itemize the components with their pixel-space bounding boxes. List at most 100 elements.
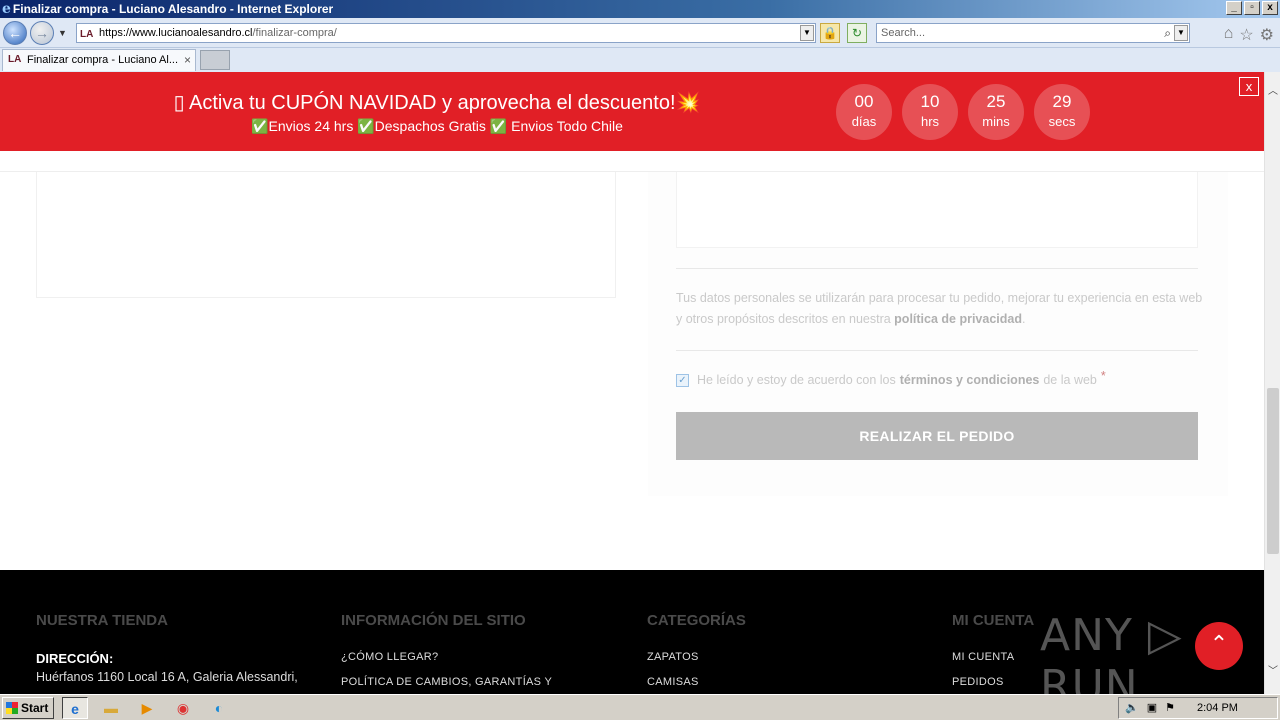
flag-notification-icon[interactable]: ⚑	[1165, 698, 1175, 718]
promo-close-button[interactable]: x	[1239, 77, 1259, 96]
countdown-minutes-value: 25	[986, 92, 1006, 111]
search-placeholder: Search...	[881, 27, 926, 39]
footer-column-site-info: INFORMACIÓN DEL SITIO ¿CÓMO LLEGAR? POLÍ…	[341, 612, 552, 694]
site-favicon: LA	[80, 29, 94, 40]
divider	[676, 350, 1198, 351]
privacy-policy-link[interactable]: política de privacidad	[894, 312, 1022, 326]
required-marker: *	[1100, 369, 1106, 383]
browser-tool-icons: ⌂ ☆ ⚙	[1224, 25, 1274, 45]
footer-heading: NUESTRA TIENDA	[36, 612, 168, 629]
scroll-to-top-button[interactable]: ⌃	[1195, 622, 1243, 670]
countdown-hours-value: 10	[920, 92, 940, 111]
back-button[interactable]: ←	[3, 21, 27, 45]
countdown-seconds: 29 secs	[1034, 84, 1090, 140]
countdown-minutes: 25 mins	[968, 84, 1024, 140]
url-host: https://www.lucianoalesandro.cl	[99, 27, 253, 39]
address-toolbar: ← → ▼ LA https://www.lucianoalesandro.cl…	[0, 18, 1280, 48]
folder-icon[interactable]: ▬	[98, 697, 124, 719]
media-player-icon[interactable]: ▶	[134, 697, 160, 719]
windows-flag-icon	[6, 702, 18, 714]
gear-icon[interactable]: ⚙	[1260, 25, 1274, 45]
footer-heading: INFORMACIÓN DEL SITIO	[341, 612, 526, 629]
privacy-notice: Tus datos personales se utilizarán para …	[676, 288, 1204, 330]
start-button[interactable]: Start	[2, 697, 54, 719]
tab-favicon: LA	[8, 54, 22, 65]
quick-launch: e ▬ ▶ ◉ ◐	[62, 697, 232, 719]
countdown-days: 00 días	[836, 84, 892, 140]
maximize-button[interactable]: ▫	[1244, 1, 1260, 15]
tab-bar: LA Finalizar compra - Luciano Al... ×	[0, 48, 1280, 72]
footer-link[interactable]: MI CUENTA	[952, 651, 1034, 663]
edge-icon[interactable]: ◐	[206, 697, 232, 719]
footer-heading: MI CUENTA	[952, 612, 1035, 629]
promo-bar: ▯ Activa tu CUPÓN NAVIDAD y aprovecha el…	[0, 72, 1264, 151]
countdown-minutes-unit: mins	[982, 114, 1010, 129]
footer-heading: CATEGORÍAS	[647, 612, 746, 629]
footer-link[interactable]: CAMISAS	[647, 676, 746, 688]
billing-details-box	[36, 172, 616, 298]
forward-button[interactable]: →	[30, 21, 54, 45]
privacy-text-end: .	[1022, 312, 1026, 326]
order-summary-box	[676, 172, 1198, 248]
terms-checkbox[interactable]: ✓	[676, 373, 689, 387]
search-icon[interactable]: ⌕	[1164, 24, 1171, 42]
footer-link[interactable]: PEDIDOS	[952, 676, 1034, 688]
refresh-icon[interactable]: ↻	[847, 23, 867, 43]
minimize-button[interactable]: _	[1226, 1, 1242, 15]
lock-icon[interactable]: 🔒	[820, 23, 840, 43]
terms-label-end: de la web	[1043, 373, 1097, 387]
footer-column-account: MI CUENTA MI CUENTA PEDIDOS	[952, 612, 1034, 694]
window-controls: _ ▫ x	[1226, 1, 1278, 15]
promo-subline: ✅Envios 24 hrs ✅Despachos Gratis ✅ Envio…	[251, 118, 623, 134]
scroll-thumb[interactable]	[1267, 388, 1279, 554]
countdown-hours-unit: hrs	[920, 114, 940, 129]
site-footer: NUESTRA TIENDA DIRECCIÓN: Huérfanos 1160…	[0, 570, 1264, 694]
scroll-down-icon[interactable]: ﹀	[1265, 664, 1280, 680]
url-path: /finalizar-compra/	[252, 27, 337, 39]
system-tray: 🔈 ▣ ⚑ 2:04 PM	[1118, 697, 1278, 719]
clock[interactable]: 2:04 PM	[1197, 698, 1238, 718]
tab-label: Finalizar compra - Luciano Al...	[27, 54, 179, 66]
new-tab-button[interactable]	[200, 50, 230, 70]
window-title-bar: e Finalizar compra - Luciano Alesandro -…	[0, 0, 1280, 18]
scroll-up-icon[interactable]: ︿	[1265, 84, 1280, 100]
footer-column-store: NUESTRA TIENDA DIRECCIÓN: Huérfanos 1160…	[36, 612, 298, 684]
place-order-button[interactable]: REALIZAR EL PEDIDO	[676, 412, 1198, 460]
close-window-button[interactable]: x	[1262, 1, 1278, 15]
divider	[676, 268, 1198, 269]
footer-column-categories: CATEGORÍAS ZAPATOS CAMISAS	[647, 612, 746, 694]
countdown-hours: 10 hrs	[902, 84, 958, 140]
history-dropdown-icon[interactable]: ▼	[58, 28, 67, 38]
countdown-seconds-unit: secs	[1048, 114, 1076, 129]
address-input[interactable]: LA https://www.lucianoalesandro.cl/final…	[76, 23, 816, 43]
store-address: Huérfanos 1160 Local 16 A, Galeria Aless…	[36, 670, 298, 684]
start-label: Start	[21, 701, 49, 715]
page-viewport: ▯ Activa tu CUPÓN NAVIDAD y aprovecha el…	[0, 72, 1264, 694]
footer-link[interactable]: ¿CÓMO LLEGAR?	[341, 651, 552, 663]
countdown-timer: 00 días 10 hrs 25 mins 29 secs	[836, 84, 1090, 140]
terms-label: He leído y estoy de acuerdo con los	[697, 373, 896, 387]
tab-finalizar-compra[interactable]: LA Finalizar compra - Luciano Al... ×	[2, 49, 196, 71]
countdown-seconds-value: 29	[1052, 92, 1072, 111]
volume-icon[interactable]: 🔈	[1125, 698, 1139, 718]
network-icon[interactable]: ▣	[1147, 698, 1157, 718]
countdown-days-unit: días	[851, 114, 877, 129]
search-dropdown-icon[interactable]: ▼	[1174, 25, 1188, 41]
windows-taskbar: Start e ▬ ▶ ◉ ◐ 🔈 ▣ ⚑ 2:04 PM	[0, 694, 1280, 720]
order-review-panel: Tus datos personales se utilizarán para …	[648, 172, 1228, 496]
address-label: DIRECCIÓN:	[36, 651, 114, 666]
internet-explorer-icon: e	[2, 1, 11, 17]
favorites-star-icon[interactable]: ☆	[1239, 25, 1253, 45]
vertical-scrollbar[interactable]: ︿ ﹀	[1264, 72, 1280, 694]
home-icon[interactable]: ⌂	[1224, 25, 1234, 45]
chrome-icon[interactable]: ◉	[170, 697, 196, 719]
window-title: Finalizar compra - Luciano Alesandro - I…	[12, 2, 334, 16]
tab-close-icon[interactable]: ×	[184, 50, 191, 70]
search-input[interactable]: Search... ⌕ ▼	[876, 23, 1190, 43]
countdown-days-value: 00	[854, 92, 874, 111]
address-dropdown-icon[interactable]: ▼	[800, 25, 814, 41]
terms-link[interactable]: términos y condiciones	[900, 373, 1040, 387]
footer-link[interactable]: ZAPATOS	[647, 651, 746, 663]
internet-explorer-taskbar-icon[interactable]: e	[62, 697, 88, 719]
footer-link[interactable]: POLÍTICA DE CAMBIOS, GARANTÍAS Y	[341, 676, 552, 688]
